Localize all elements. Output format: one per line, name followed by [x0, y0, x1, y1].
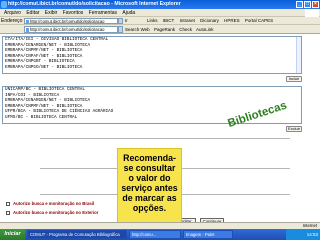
address-dropdown-icon[interactable] [118, 18, 123, 24]
menu-editar[interactable]: Editar [26, 10, 39, 16]
close-icon[interactable]: × [312, 1, 319, 8]
link-dicionary[interactable]: Dicionary [200, 18, 219, 23]
note-line: o valor do [128, 173, 171, 183]
task-paint[interactable]: Imagem - Paint [183, 230, 233, 239]
task-browser[interactable]: http://comu... [129, 230, 181, 239]
incluir-button[interactable]: Incluir [286, 76, 302, 82]
check-brasil[interactable]: Autorizo busca e monitoração no Brasil [6, 200, 94, 208]
recommendation-note: Recomenda- se consultar o valor do servi… [117, 148, 182, 228]
google-search-field[interactable]: http://comut.ibict.br/comut/do/solicitac… [24, 26, 118, 33]
link-ibict[interactable]: IBICT [163, 18, 175, 23]
page-icon [26, 28, 29, 32]
menu-ajuda[interactable]: Ajuda [122, 10, 135, 16]
page-icon [26, 19, 29, 23]
menu-bar: Arquivo Editar Exibir Favoritos Ferramen… [0, 9, 320, 17]
check-brasil-label: Autorizo busca e monitoração no Brasil [13, 201, 95, 206]
windows-logo-icon [305, 9, 319, 17]
note-line: de marcar as [122, 193, 177, 203]
go-button[interactable]: Ir [125, 18, 128, 24]
note-line: opções. [132, 203, 167, 213]
window-title: http://comut.ibict.br/comut/do/solicitac… [8, 1, 181, 7]
links-label: Links [147, 18, 158, 23]
link-portal-capes[interactable]: Portal CAPES [245, 18, 273, 23]
address-label: Endereço [1, 18, 23, 24]
pagerank-button[interactable]: PageRank [154, 27, 175, 32]
status-bar: Internet [0, 222, 320, 229]
link-intranet[interactable]: Intranet [180, 18, 195, 23]
note-line: se consultar [123, 163, 176, 173]
google-toolbar-items: Search Web PageRank Check AutoLink [125, 25, 217, 34]
ie-logo-icon [1, 1, 7, 8]
checkbox-exterior[interactable] [6, 210, 10, 215]
link-hpres[interactable]: HPRES [224, 18, 240, 23]
scrollbar[interactable] [296, 37, 301, 73]
note-line: Recomenda- [123, 153, 176, 163]
google-dropdown-icon[interactable] [118, 26, 123, 33]
task-comut[interactable]: COMUT - Programa de Comutação Bibliográf… [27, 230, 127, 239]
minimize-icon[interactable]: _ [296, 1, 303, 8]
window-titlebar: http://comut.ibict.br/comut/do/solicitac… [0, 0, 320, 9]
menu-favoritos[interactable]: Favoritos [63, 10, 84, 16]
note-line: serviço antes [121, 183, 178, 193]
address-field[interactable]: http://comut.ibict.br/comut/do/solicitac… [24, 18, 118, 24]
start-button[interactable]: Iniciar [0, 229, 25, 240]
check-button[interactable]: Check [179, 27, 192, 32]
taskbar: Iniciar COMUT - Programa de Comutação Bi… [0, 229, 320, 240]
maximize-icon[interactable]: □ [304, 1, 311, 8]
divider [40, 138, 290, 139]
google-field-text: http://comut.ibict.br/comut/do/solicitac… [30, 27, 105, 32]
links-bar: Links IBICT Intranet Dicionary HPRES Por… [147, 17, 277, 25]
google-toolbar: http://comut.ibict.br/comut/do/solicitac… [0, 25, 320, 34]
search-web-button[interactable]: Search Web [125, 27, 150, 32]
check-exterior-label: Autorizo busca e monitoração no Exterior [13, 210, 99, 215]
checkbox-brasil[interactable] [6, 201, 10, 206]
menu-ferramentas[interactable]: Ferramentas [89, 10, 117, 16]
list-item[interactable]: EMBRAPA/CNPGO/NET - BIBLIOTECA [5, 65, 301, 71]
menu-arquivo[interactable]: Arquivo [4, 10, 21, 16]
system-tray: 14:53 [286, 229, 320, 240]
address-bar: Endereço http://comut.ibict.br/comut/do/… [0, 17, 320, 25]
check-exterior[interactable]: Autorizo busca e monitoração no Exterior [6, 209, 98, 217]
excluir-button[interactable]: Excluir [286, 126, 302, 132]
address-url: http://comut.ibict.br/comut/do/solicitac… [30, 19, 105, 24]
autolink-button[interactable]: AutoLink [196, 27, 214, 32]
clock: 14:53 [306, 232, 318, 237]
menu-exibir[interactable]: Exibir [45, 10, 58, 16]
available-libraries-list[interactable]: CTA/ITA/IEI - DIVISÃO BIBLIOTECA CENTRAL… [2, 36, 302, 74]
